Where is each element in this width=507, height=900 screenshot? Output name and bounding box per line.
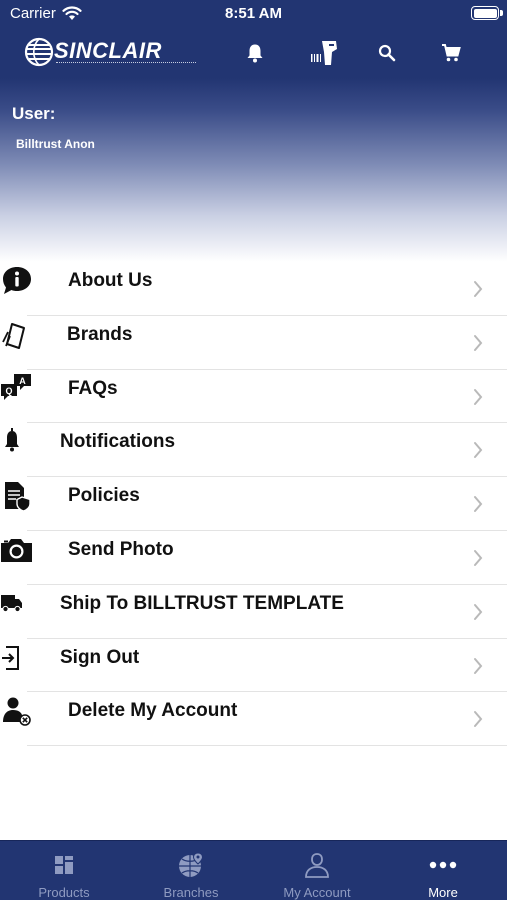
camera-icon [1, 538, 32, 562]
delete-user-icon [3, 697, 31, 727]
menu-item-label: FAQs [68, 377, 118, 399]
chevron-right-icon [474, 388, 483, 405]
logo-globe-icon [24, 37, 54, 67]
svg-text:A: A [19, 376, 26, 386]
tab-products[interactable]: Products [1, 841, 127, 900]
policy-document-icon [5, 482, 31, 512]
tag-icon [2, 322, 25, 349]
row-divider [27, 745, 507, 747]
tab-label: More [428, 885, 458, 900]
grid-icon [55, 856, 73, 874]
tab-my-account[interactable]: My Account [254, 841, 380, 900]
chevron-right-icon [474, 496, 483, 513]
user-name: Billtrust Anon [16, 137, 95, 151]
menu-item-label: Policies [68, 485, 140, 507]
person-icon [305, 853, 329, 878]
menu-item-ship-to[interactable]: Ship To BILLTRUST TEMPLATE [0, 585, 507, 639]
sign-out-icon [2, 645, 19, 670]
menu-item-label: About Us [68, 270, 153, 291]
chevron-right-icon [474, 711, 483, 728]
battery-tip [500, 10, 503, 16]
user-label: User: [12, 104, 56, 123]
menu-item-about-us[interactable]: About Us [0, 262, 507, 316]
clock: 8:51 AM [225, 5, 282, 22]
chevron-right-icon [474, 657, 483, 674]
barcode-scanner-icon[interactable] [310, 40, 340, 66]
menu-item-notifications[interactable]: Notifications [0, 423, 507, 478]
bell-icon[interactable] [242, 40, 268, 66]
logo-tagline [56, 62, 196, 65]
tab-more[interactable]: More [380, 841, 506, 900]
menu-item-label: Delete My Account [68, 700, 238, 722]
menu-item-label: Brands [67, 323, 133, 345]
globe-pin-icon [179, 852, 204, 877]
menu-item-faqs[interactable]: A Q FAQs [0, 370, 507, 424]
chevron-right-icon [474, 549, 483, 566]
tab-branches[interactable]: Branches [128, 841, 254, 900]
cart-icon[interactable] [438, 40, 464, 66]
sinclair-logo[interactable]: SINCLAIR [24, 36, 196, 70]
tab-label: My Account [283, 885, 351, 900]
menu-item-policies[interactable]: Policies [0, 477, 507, 531]
more-dots-icon [429, 861, 457, 869]
menu-item-send-photo[interactable]: Send Photo [0, 531, 507, 585]
menu-item-label: Ship To BILLTRUST TEMPLATE [60, 592, 344, 614]
menu-item-brands[interactable]: Brands [0, 316, 507, 370]
truck-icon [1, 594, 22, 612]
status-bar: Carrier 8:51 AM [0, 0, 507, 28]
svg-text:Q: Q [5, 386, 12, 396]
chevron-right-icon [474, 603, 483, 620]
battery-icon [471, 6, 499, 20]
more-menu-list: About Us Brands A Q FAQs Notifications P… [0, 262, 507, 747]
tab-label: Branches [163, 885, 219, 900]
top-navbar: SINCLAIR [0, 30, 507, 76]
info-bubble-icon [3, 267, 31, 294]
menu-item-label: Notifications [60, 431, 176, 453]
chevron-right-icon [474, 334, 483, 351]
search-icon[interactable] [374, 40, 400, 66]
chevron-right-icon [474, 442, 483, 459]
logo-text: SINCLAIR [54, 38, 162, 63]
menu-item-sign-out[interactable]: Sign Out [0, 639, 507, 693]
menu-item-label: Send Photo [68, 538, 174, 560]
chevron-right-icon [474, 281, 483, 297]
tab-label: Products [38, 885, 90, 900]
bell-icon [5, 428, 19, 452]
bottom-tab-bar: Products Branches My Account More [0, 840, 507, 900]
qa-bubbles-icon: A Q [1, 373, 31, 400]
menu-item-label: Sign Out [60, 646, 140, 668]
menu-item-delete-account[interactable]: Delete My Account [0, 692, 507, 747]
